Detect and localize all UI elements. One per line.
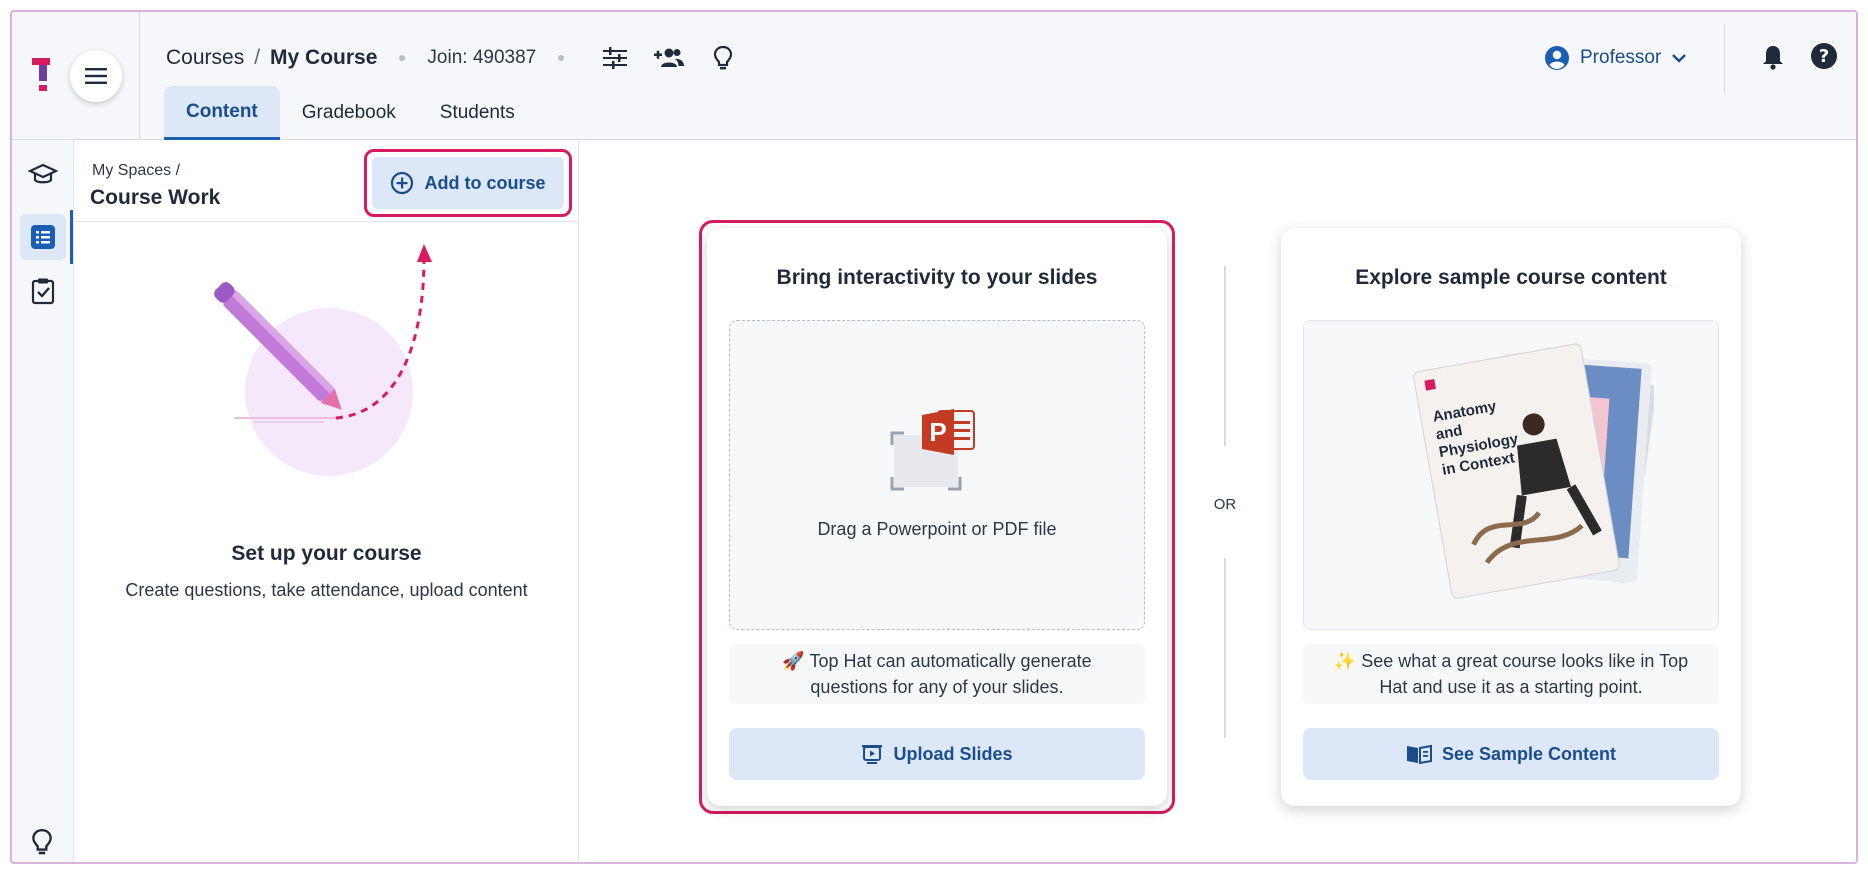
powerpoint-file-icon: P <box>890 409 975 491</box>
lightbulb-icon <box>714 45 733 70</box>
notifications-bell-icon[interactable] <box>1758 42 1788 72</box>
or-label: OR <box>1213 496 1237 513</box>
invite-students-button[interactable] <box>654 43 685 73</box>
main-menu-button[interactable] <box>70 50 122 102</box>
dropzone-text: Drag a Powerpoint or PDF file <box>817 519 1057 539</box>
course-settings-button[interactable] <box>600 43 630 73</box>
add-to-course-highlight: Add to course <box>364 149 572 217</box>
add-to-course-button[interactable]: Add to course <box>372 157 564 209</box>
slides-card-note: 🚀 Top Hat can automatically generate que… <box>729 644 1145 704</box>
course-tabs: Content Gradebook Students <box>164 86 537 140</box>
sample-card-note: ✨ See what a great course looks like in … <box>1303 644 1719 704</box>
note-line: ✨ See what a great course looks like in … <box>1333 651 1689 671</box>
setup-illustration <box>214 244 432 476</box>
tab-content[interactable]: Content <box>164 86 280 140</box>
rail-item-course[interactable] <box>20 152 66 198</box>
graduation-cap-icon <box>28 163 58 184</box>
hamburger-icon <box>85 68 107 84</box>
clipboard-check-icon <box>31 278 55 305</box>
plus-circle-icon <box>391 171 414 195</box>
tips-lightbulb-icon[interactable] <box>28 828 56 856</box>
course-work-panel: My Spaces / Course Work Add to course Se… <box>74 140 579 862</box>
tab-gradebook[interactable]: Gradebook <box>280 86 418 140</box>
note-line: questions for any of your slides. <box>810 677 1064 697</box>
setup-subtitle: Create questions, take attendance, uploa… <box>125 580 528 600</box>
chevron-down-icon <box>1672 54 1687 63</box>
profile-label: Professor <box>1580 47 1662 68</box>
left-rail <box>12 140 74 862</box>
sample-card-title: Explore sample course content <box>1355 266 1667 289</box>
or-divider-top <box>1224 266 1226 446</box>
panel-title: Course Work <box>90 186 221 209</box>
presentation-icon <box>862 745 883 764</box>
svg-text:P: P <box>929 417 946 447</box>
add-people-icon <box>654 48 685 67</box>
help-icon[interactable]: ? <box>1808 40 1840 72</box>
svg-text:?: ? <box>1819 46 1829 67</box>
user-avatar-icon <box>1545 46 1569 70</box>
rail-active-indicator <box>70 210 73 264</box>
logo-area <box>12 12 140 140</box>
tab-students[interactable]: Students <box>418 86 537 140</box>
see-sample-content-label: See Sample Content <box>1441 743 1617 764</box>
sliders-icon <box>603 47 628 69</box>
list-icon <box>31 225 55 249</box>
breadcrumb-courses-link[interactable]: Courses <box>166 46 244 70</box>
course-breadcrumb: Courses / My Course Join: 490387 <box>166 42 738 74</box>
rail-item-content-list[interactable] <box>20 214 66 260</box>
slides-dropzone[interactable]: P Drag a Powerpoint or PDF file <box>729 320 1145 630</box>
breadcrumb-current-course: My Course <box>270 46 378 69</box>
open-book-icon <box>1406 744 1432 764</box>
add-to-course-label: Add to course <box>424 172 546 193</box>
breadcrumb-separator: / <box>254 46 261 69</box>
separator-dot <box>399 55 406 61</box>
upload-slides-card: Bring interactivity to your slides P Dra… <box>707 228 1167 806</box>
header-divider <box>1724 24 1725 94</box>
tips-button[interactable] <box>708 43 738 73</box>
my-spaces-breadcrumb[interactable]: My Spaces / <box>92 162 180 180</box>
top-header: Courses / My Course Join: 490387 Content… <box>12 12 1856 140</box>
sample-content-card: Explore sample course content Anatomy an… <box>1281 228 1741 806</box>
note-line: 🚀 Top Hat can automatically generate <box>782 651 1092 671</box>
slides-card-title: Bring interactivity to your slides <box>776 266 1098 289</box>
join-code: Join: 490387 <box>427 47 537 68</box>
upload-slides-button[interactable]: Upload Slides <box>729 728 1145 780</box>
sample-preview[interactable]: Anatomy and Physiology in Context <box>1303 320 1719 630</box>
rail-item-assignments[interactable] <box>20 268 66 314</box>
panel-header: My Spaces / Course Work Add to course <box>74 140 578 222</box>
tophat-logo-icon <box>32 58 50 91</box>
upload-slides-label: Upload Slides <box>893 743 1013 764</box>
app-window: Courses / My Course Join: 490387 Content… <box>10 10 1858 864</box>
setup-title: Set up your course <box>231 542 422 565</box>
profile-menu[interactable]: Professor <box>1544 40 1687 76</box>
or-divider-bottom <box>1224 558 1226 738</box>
separator-dot <box>558 55 565 61</box>
see-sample-content-button[interactable]: See Sample Content <box>1303 728 1719 780</box>
note-line: Hat and use it as a starting point. <box>1379 677 1643 697</box>
sample-books-image: Anatomy and Physiology in Context <box>1413 343 1654 599</box>
main-content-area: Bring interactivity to your slides P Dra… <box>579 140 1856 862</box>
